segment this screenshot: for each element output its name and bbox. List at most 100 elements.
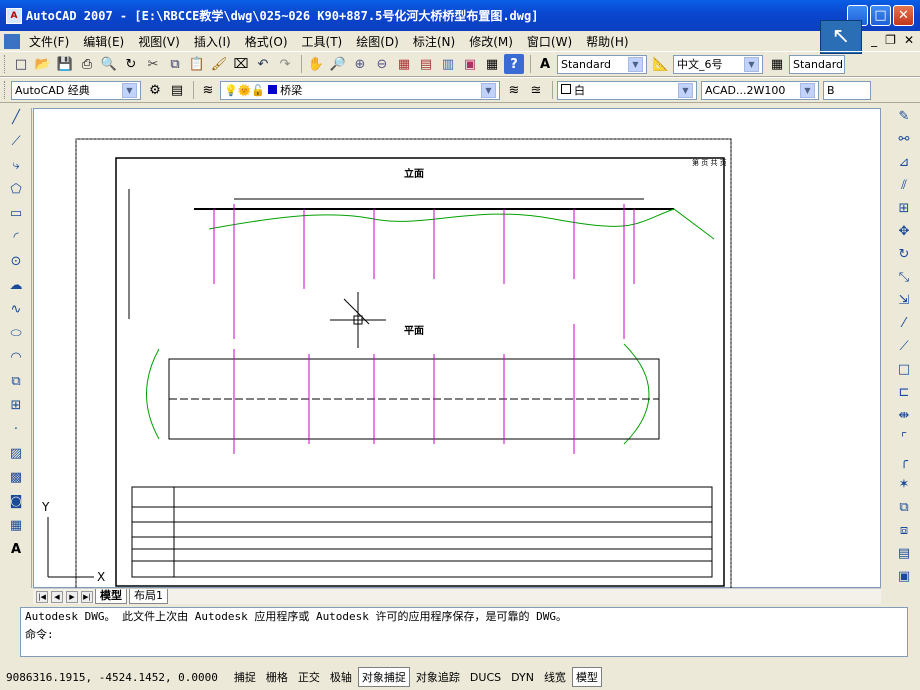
- ellipse-arc-icon[interactable]: ◠: [6, 350, 26, 370]
- command-window[interactable]: Autodesk DWG。 此文件上次由 Autodesk 应用程序或 Auto…: [20, 607, 908, 657]
- make-block-icon[interactable]: ⊞: [6, 398, 26, 418]
- undo-icon[interactable]: ↶: [253, 54, 273, 74]
- last-tab-icon[interactable]: ▶|: [81, 590, 93, 603]
- doc-close-icon[interactable]: ✕: [904, 33, 914, 47]
- make-object-layer-current-icon[interactable]: ≋: [504, 80, 524, 100]
- menu-view[interactable]: 视图(V): [131, 33, 187, 50]
- menu-file[interactable]: 文件(F): [22, 33, 76, 50]
- polar-toggle[interactable]: 极轴: [326, 667, 356, 687]
- coordinates-readout[interactable]: 9086316.1915, -4524.1452, 0.0000: [6, 671, 218, 684]
- paste-icon[interactable]: 📋: [187, 54, 207, 74]
- ellipse-icon[interactable]: ⬭: [6, 326, 26, 346]
- multiline-text-icon[interactable]: A: [6, 542, 26, 562]
- text-style-icon[interactable]: A: [535, 54, 555, 74]
- table-style-select[interactable]: Standard: [789, 54, 845, 74]
- spline-icon[interactable]: ∿: [6, 302, 26, 322]
- pan-icon[interactable]: ✋: [306, 54, 326, 74]
- join-icon[interactable]: ⇼: [894, 408, 914, 428]
- close-button[interactable]: ✕: [893, 5, 914, 26]
- document-icon[interactable]: [4, 33, 20, 49]
- zoom-window-icon[interactable]: ⊕: [350, 54, 370, 74]
- next-tab-icon[interactable]: ▶: [66, 590, 78, 603]
- chevron-down-icon[interactable]: ▼: [800, 82, 815, 98]
- save-icon[interactable]: 💾: [55, 54, 75, 74]
- menu-help[interactable]: 帮助(H): [579, 33, 635, 50]
- menu-window[interactable]: 窗口(W): [520, 33, 579, 50]
- chevron-down-icon[interactable]: ▼: [628, 56, 643, 72]
- chevron-down-icon[interactable]: ▼: [678, 82, 693, 98]
- layer-select[interactable]: 💡🌞🔓 桥梁 ▼: [220, 80, 500, 100]
- cut-icon[interactable]: ✂: [143, 54, 163, 74]
- workspace-settings-icon[interactable]: ⚙: [145, 80, 165, 100]
- snap-toggle[interactable]: 捕捉: [230, 667, 260, 687]
- sheet-set-icon[interactable]: ▣: [460, 54, 480, 74]
- extend-icon[interactable]: ⟋: [894, 339, 914, 359]
- break-icon[interactable]: ⊏: [894, 385, 914, 405]
- circle-icon[interactable]: ⊙: [6, 254, 26, 274]
- chevron-down-icon[interactable]: ▼: [481, 82, 496, 98]
- match-properties-icon[interactable]: 🖌: [209, 54, 229, 74]
- prev-tab-icon[interactable]: ◀: [51, 590, 63, 603]
- dyn-toggle[interactable]: DYN: [507, 669, 538, 686]
- tab-model[interactable]: 模型: [95, 589, 127, 604]
- block-editor-icon[interactable]: ⌧: [231, 54, 251, 74]
- rectangle-icon[interactable]: ▭: [6, 206, 26, 226]
- chamfer-icon[interactable]: ⌜: [894, 431, 914, 451]
- fillet-icon[interactable]: ╭: [894, 454, 914, 474]
- menu-insert[interactable]: 插入(I): [187, 33, 238, 50]
- point-icon[interactable]: ·: [6, 422, 26, 442]
- osnap-toggle[interactable]: 对象捕捉: [357, 667, 410, 687]
- menu-format[interactable]: 格式(O): [238, 33, 295, 50]
- explode-icon[interactable]: ✶: [894, 477, 914, 497]
- rotate-icon[interactable]: ↻: [894, 247, 914, 267]
- copy-icon[interactable]: ⧉: [165, 54, 185, 74]
- new-icon[interactable]: □: [11, 54, 31, 74]
- array-icon[interactable]: ⊞: [894, 201, 914, 221]
- text-style-select[interactable]: Standard ▼: [557, 54, 647, 74]
- insert-block-icon[interactable]: ⧉: [6, 374, 26, 394]
- toolbar-grip[interactable]: [4, 55, 7, 73]
- layer-walk-icon[interactable]: ▤: [894, 546, 914, 566]
- isolate-icon[interactable]: ▣: [894, 569, 914, 589]
- properties-icon[interactable]: ▦: [394, 54, 414, 74]
- publish-icon[interactable]: ↻: [121, 54, 141, 74]
- line-icon[interactable]: ╱: [6, 110, 26, 130]
- scale-icon[interactable]: ⤡: [894, 270, 914, 290]
- arc-icon[interactable]: ◜: [6, 230, 26, 250]
- table-icon[interactable]: ▦: [6, 518, 26, 538]
- help-icon[interactable]: ?: [504, 54, 524, 74]
- design-center-icon[interactable]: ▤: [416, 54, 436, 74]
- tool-palettes-icon[interactable]: ▥: [438, 54, 458, 74]
- model-toggle[interactable]: 模型: [571, 667, 602, 687]
- chevron-down-icon[interactable]: ▼: [744, 56, 759, 72]
- zoom-realtime-icon[interactable]: 🔎: [328, 54, 348, 74]
- print-icon[interactable]: ⎙: [77, 54, 97, 74]
- dim-style-select[interactable]: 中文_6号 ▼: [673, 54, 763, 74]
- open-icon[interactable]: 📂: [33, 54, 53, 74]
- region-icon[interactable]: ◙: [6, 494, 26, 514]
- lineweight-select[interactable]: B: [823, 80, 871, 100]
- ortho-toggle[interactable]: 正交: [294, 667, 324, 687]
- preview-icon[interactable]: 🔍: [99, 54, 119, 74]
- revision-cloud-icon[interactable]: ☁: [6, 278, 26, 298]
- break-at-point-icon[interactable]: □: [894, 362, 914, 382]
- ducs-toggle[interactable]: DUCS: [466, 669, 505, 686]
- menu-tools[interactable]: 工具(T): [295, 33, 350, 50]
- polygon-icon[interactable]: ⬠: [6, 182, 26, 202]
- move-icon[interactable]: ✥: [894, 224, 914, 244]
- copy-object-icon[interactable]: ⚯: [894, 132, 914, 152]
- menu-modify[interactable]: 修改(M): [462, 33, 520, 50]
- dim-style-icon[interactable]: 📐: [651, 54, 671, 74]
- trim-icon[interactable]: ⁄: [894, 316, 914, 336]
- grid-toggle[interactable]: 栅格: [262, 667, 292, 687]
- redo-icon[interactable]: ↷: [275, 54, 295, 74]
- layer-manager-icon[interactable]: ≋: [198, 80, 218, 100]
- chevron-down-icon[interactable]: ▼: [122, 82, 137, 98]
- table-style-icon[interactable]: ▦: [767, 54, 787, 74]
- doc-minimize-icon[interactable]: _: [871, 33, 877, 47]
- calculator-icon[interactable]: ▦: [482, 54, 502, 74]
- zoom-previous-icon[interactable]: ⊖: [372, 54, 392, 74]
- draworder-icon[interactable]: ⧉: [894, 500, 914, 520]
- hatch-icon[interactable]: ▨: [6, 446, 26, 466]
- autocad-app-icon[interactable]: A: [6, 7, 22, 24]
